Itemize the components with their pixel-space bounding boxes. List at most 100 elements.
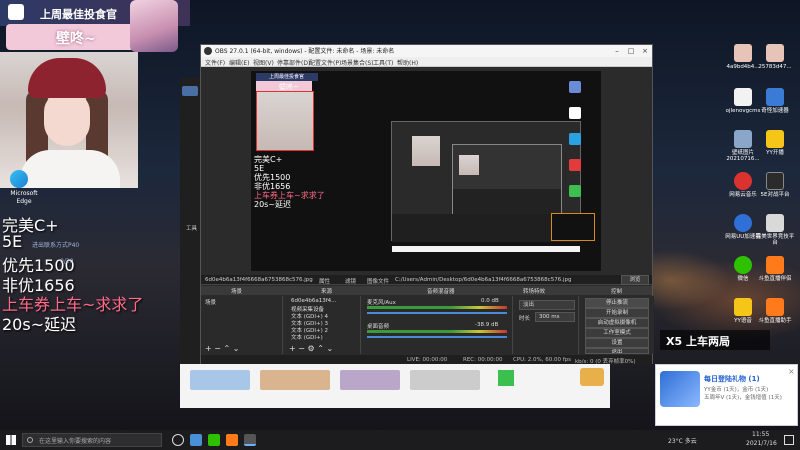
mic-volume-slider[interactable] [367, 312, 507, 314]
nested-browser-strip [392, 246, 580, 252]
notification-title: 每日登陆礼物 (1) [704, 375, 760, 383]
source-item[interactable]: 文本 (GDI+) [291, 333, 323, 341]
exit-button[interactable]: 退出 [585, 348, 649, 354]
5e-platform-icon[interactable] [766, 172, 784, 190]
menu-scene-collection[interactable]: 场景集合(S) [341, 58, 374, 67]
preview-line-3: 优先1500 [254, 173, 291, 182]
maximize-button[interactable]: □ [625, 46, 637, 56]
desktop-icon-label: 斗鱼直播伴侣 [758, 276, 792, 282]
close-button[interactable]: × [639, 46, 651, 56]
menu-view[interactable]: 视图(V) [253, 58, 274, 67]
browser-thumbnail[interactable] [340, 370, 400, 390]
document-icon[interactable] [734, 88, 752, 106]
menu-profile[interactable]: 配置文件(P) [309, 58, 341, 67]
nested-webcam [412, 136, 440, 166]
source-file-bar: 6d0e4b6a13f4f6668a6753868c576.jpg 属性 滤镜 … [201, 275, 652, 285]
wechat-icon[interactable] [734, 256, 752, 274]
duration-label: 时长 [519, 316, 531, 322]
clock-date[interactable]: 2021/7/16 [746, 440, 777, 447]
scene-controls[interactable]: + − ⌃ ⌄ [205, 344, 239, 353]
taskbar-search[interactable]: 在这里输入你要搜索的内容 [22, 433, 162, 447]
uu-accelerator-icon[interactable] [734, 214, 752, 232]
duration-input[interactable]: 300 ms [535, 312, 575, 322]
douyu-taskbar-icon[interactable] [226, 434, 238, 446]
source-controls[interactable]: + − ⚙ ⌃ ⌄ [289, 344, 333, 353]
netease-music-icon[interactable] [734, 172, 752, 190]
desktop-audio-meter [367, 330, 507, 333]
search-icon [27, 437, 33, 443]
notification-popup[interactable]: 每日登陆礼物 (1) YY金币 (1天)，金币 (1天) 五周年V (1天)，金… [655, 364, 798, 426]
audio-mixer-panel[interactable]: 麦克风/Aux 0.0 dB 桌面音频 -38.9 dB [363, 296, 513, 354]
mixer-header: 音频混音器 [427, 289, 455, 295]
accelerator-icon[interactable] [766, 88, 784, 106]
preview-canvas[interactable]: 上周最佳投食官 壁咚~ 完美C+ 5E 优先1500 非优1656 上车券上车~… [251, 71, 601, 271]
menu-edit[interactable]: 编辑(E) [229, 58, 249, 67]
obs-window[interactable]: OBS 27.0.1 (64-bit, windows) - 配置文件: 未命名… [200, 44, 654, 365]
preview-desktop-icon [569, 107, 581, 119]
scene-item[interactable]: 场景 [205, 298, 216, 306]
notification-center-icon[interactable] [784, 435, 794, 445]
image-file-icon[interactable] [766, 44, 784, 62]
browser-thumbnail[interactable] [410, 370, 480, 390]
scenes-panel[interactable]: 场景 + − ⌃ ⌄ [201, 296, 283, 354]
avatar[interactable] [580, 368, 604, 386]
studio-mode-button[interactable]: 工作室模式 [585, 328, 649, 338]
properties-button[interactable]: 属性 [319, 277, 330, 285]
desktop-volume-slider[interactable] [367, 336, 507, 338]
browse-button[interactable]: 浏览 [621, 275, 649, 285]
filters-button[interactable]: 滤镜 [345, 277, 356, 285]
source-item[interactable]: 6d0e4b6a13f4... [291, 298, 336, 304]
desktop-icon-label: 斗鱼直播助手 [758, 318, 792, 324]
start-recording-button[interactable]: 开始录制 [585, 308, 649, 318]
yy-voice-icon[interactable] [734, 298, 752, 316]
app-icon[interactable] [498, 370, 514, 386]
perfect-world-icon[interactable] [766, 214, 784, 232]
overlay-line-2: 5E [2, 232, 23, 251]
notification-line: 五周年V (1天)，金钱增值 (1天) [704, 395, 782, 401]
menu-docks[interactable]: 停靠部件(D) [277, 58, 310, 67]
menu-file[interactable]: 文件(F) [205, 58, 225, 67]
close-icon[interactable]: × [788, 367, 795, 376]
preview-webcam[interactable] [256, 91, 314, 151]
stop-streaming-button[interactable]: 停止推流 [585, 298, 649, 308]
transition-select[interactable]: 淡出 [519, 300, 575, 310]
preview-line-5: 上车券上车~求求了 [254, 191, 325, 200]
obs-titlebar[interactable]: OBS 27.0.1 (64-bit, windows) - 配置文件: 未命名… [201, 45, 652, 57]
obs-taskbar-icon[interactable] [244, 434, 256, 446]
menu-tools[interactable]: 工具(T) [373, 58, 393, 67]
nested-webcam-inner [459, 155, 479, 175]
task-view-icon[interactable] [172, 434, 184, 446]
yy-live-icon[interactable] [766, 130, 784, 148]
wechat-taskbar-icon[interactable] [208, 434, 220, 446]
browser-thumbnail[interactable] [190, 370, 250, 390]
image-file-icon[interactable] [734, 130, 752, 148]
nested-panels [453, 189, 561, 215]
preview-line-2: 5E [254, 164, 265, 173]
preview-banner-title: 上周最佳投食官 [269, 74, 305, 80]
windows-start-icon[interactable] [6, 435, 16, 445]
image-file-path[interactable]: C:/Users/Admin/Desktop/6d0e4b6a13f4f6668… [395, 277, 571, 283]
douyu-assistant-icon[interactable] [766, 298, 784, 316]
file-name: 6d0e4b6a13f4f6668a6753868c576.jpg [205, 277, 313, 283]
transitions-panel[interactable]: 淡出 时长 300 ms [515, 296, 579, 354]
douyu-companion-icon[interactable] [766, 256, 784, 274]
clock-time[interactable]: 11:55 [752, 431, 769, 438]
search-placeholder: 在这里输入你要搜索的内容 [39, 438, 112, 445]
weather[interactable]: 23°C 多云 [668, 436, 697, 445]
edge-icon[interactable] [10, 170, 28, 188]
virtual-camera-button[interactable]: 启动虚拟摄像机 [585, 318, 649, 328]
preview-desktop-icon [569, 185, 581, 197]
controls-panel: 停止推流 开始录制 启动虚拟摄像机 工作室模式 设置 退出 [581, 296, 654, 354]
mic-label: 麦克风/Aux [367, 300, 396, 306]
browser-thumbnail[interactable] [260, 370, 330, 390]
bg-app-label: 工具 [186, 226, 198, 232]
menu-help[interactable]: 帮助(H) [397, 58, 418, 67]
controls-header: 控制 [611, 289, 623, 295]
desktop-icon-label: YY开播 [766, 150, 784, 156]
sources-panel[interactable]: 6d0e4b6a13f4... 视频采集设备 文本 (GDI+) 4 文本 (G… [285, 296, 361, 354]
image-file-icon[interactable] [734, 44, 752, 62]
preview-game-banner [551, 213, 595, 241]
file-explorer-icon[interactable] [190, 434, 202, 446]
settings-button[interactable]: 设置 [585, 338, 649, 348]
minimize-button[interactable]: – [611, 46, 623, 56]
